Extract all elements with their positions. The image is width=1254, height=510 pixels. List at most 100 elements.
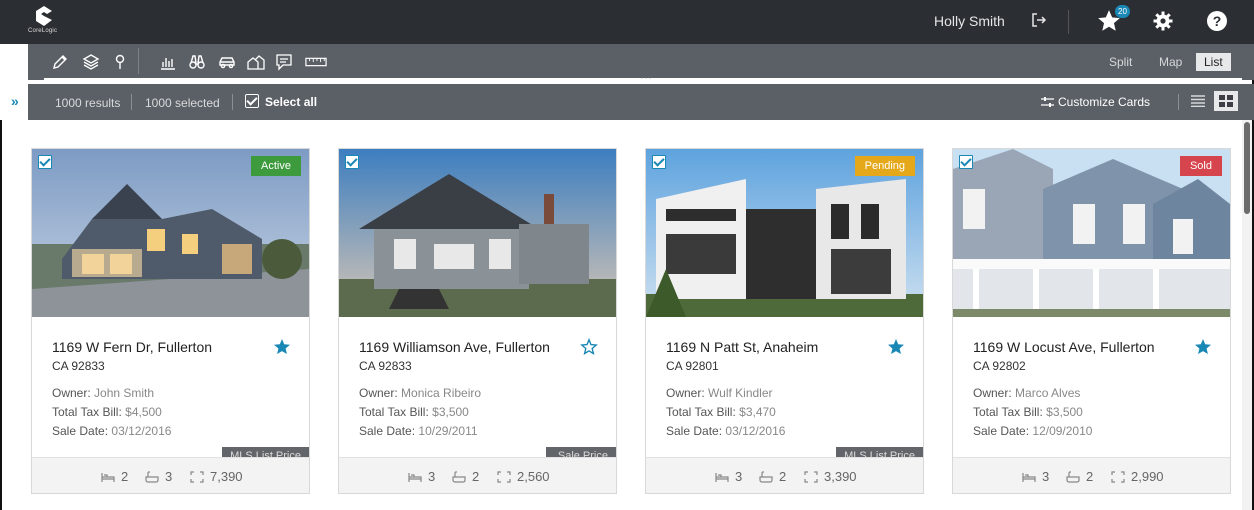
sale-date-value: 12/09/2010 [1032, 424, 1093, 438]
sqft-stat: 2,990 [1111, 469, 1164, 484]
favorite-star-filled-icon[interactable] [1194, 338, 1212, 356]
tax-value: $4,500 [125, 405, 162, 419]
baths-count: 2 [779, 469, 787, 484]
car-icon[interactable] [214, 49, 240, 75]
tax-label: Total Tax Bill: [666, 405, 736, 419]
gear-icon[interactable] [1153, 11, 1173, 31]
sqft-value: 2,560 [517, 469, 550, 484]
toolbar-divider [138, 48, 139, 74]
owner-row: Owner: Wulf Kindler [666, 386, 773, 400]
expand-sidebar-icon[interactable]: » [11, 93, 19, 109]
city-zip: CA 92833 [359, 359, 412, 373]
grid-layout-button[interactable] [1214, 91, 1238, 111]
favorites-count-badge: 20 [1115, 5, 1130, 18]
card-stats: 3 2 2,560 [339, 457, 616, 493]
map-view-button[interactable]: Map [1151, 53, 1190, 71]
city-zip: CA 92833 [52, 359, 105, 373]
card-select-checkbox[interactable] [652, 155, 666, 169]
favorite-star-filled-icon[interactable] [887, 338, 905, 356]
beds-count: 3 [428, 469, 436, 484]
favorite-star-outline-icon[interactable] [580, 338, 598, 356]
beds-count: 3 [735, 469, 743, 484]
select-all-checkbox[interactable] [245, 94, 259, 108]
bath-icon [452, 470, 466, 483]
bath-icon [145, 470, 159, 483]
status-badge: Pending [854, 156, 915, 176]
sale-date-row: Sale Date: 03/12/2016 [666, 424, 785, 438]
sale-date-row: Sale Date: 03/12/2016 [52, 424, 171, 438]
card-select-checkbox[interactable] [959, 155, 973, 169]
pencil-icon[interactable] [47, 49, 73, 75]
card-select-checkbox[interactable] [38, 155, 52, 169]
divider [131, 94, 132, 110]
favorite-star-filled-icon[interactable] [273, 338, 291, 356]
card-select-checkbox[interactable] [345, 155, 359, 169]
scrollbar-thumb[interactable] [1244, 122, 1250, 214]
owner-value: Monica Ribeiro [401, 386, 482, 400]
houses-icon[interactable] [243, 49, 269, 75]
list-layout-icon[interactable] [1191, 95, 1205, 107]
logo-text: CoreLogic [28, 28, 58, 34]
map-pin-icon[interactable] [107, 49, 133, 75]
baths-stat: 3 [145, 469, 172, 484]
binoculars-icon[interactable] [184, 49, 210, 75]
select-all-label[interactable]: Select all [265, 95, 317, 109]
property-card[interactable]: Active MLS List Price $630,195 1169 W Fe… [31, 148, 310, 494]
address-line[interactable]: 1169 W Fern Dr, Fullerton [52, 339, 212, 355]
tax-row: Total Tax Bill: $3,470 [666, 405, 776, 419]
sqft-stat: 2,560 [497, 469, 550, 484]
logout-icon[interactable] [1031, 12, 1047, 28]
tax-value: $3,500 [432, 405, 469, 419]
sale-date-label: Sale Date: [52, 424, 109, 438]
logo-icon [36, 6, 52, 26]
user-name[interactable]: Holly Smith [934, 13, 1005, 29]
layers-icon[interactable] [78, 49, 104, 75]
owner-value: Wulf Kindler [708, 386, 773, 400]
bar-chart-icon[interactable] [155, 49, 181, 75]
tax-value: $3,500 [1046, 405, 1083, 419]
bed-icon [408, 472, 422, 482]
address-line[interactable]: 1169 Williamson Ave, Fullerton [359, 339, 550, 355]
bed-icon [1022, 472, 1036, 482]
city-zip: CA 92802 [973, 359, 1026, 373]
beds-count: 2 [121, 469, 129, 484]
property-card[interactable]: Pending MLS List Price $820,470 1169 N P… [645, 148, 924, 494]
divider [1068, 10, 1069, 34]
help-icon[interactable]: ? [1207, 11, 1227, 31]
bed-icon [101, 472, 115, 482]
area-icon [1111, 470, 1125, 483]
owner-label: Owner: [666, 386, 705, 400]
resize-handle[interactable]: ··· [640, 74, 653, 84]
address-line[interactable]: 1169 N Patt St, Anaheim [666, 339, 818, 355]
tax-label: Total Tax Bill: [52, 405, 122, 419]
baths-count: 3 [165, 469, 173, 484]
tax-value: $3,470 [739, 405, 776, 419]
owner-value: Marco Alves [1015, 386, 1081, 400]
comment-icon[interactable] [271, 49, 297, 75]
baths-stat: 2 [759, 469, 786, 484]
ruler-icon[interactable] [303, 49, 329, 75]
property-card[interactable]: Sold $630,195 1169 W Locust Ave, Fullert… [952, 148, 1231, 494]
sale-date-value: 10/29/2011 [418, 424, 478, 438]
property-card[interactable]: Sale Price $690,980 1169 Williamson Ave,… [338, 148, 617, 494]
sale-date-value: 03/12/2016 [725, 424, 786, 438]
sqft-value: 2,990 [1131, 469, 1164, 484]
property-photo[interactable] [339, 149, 616, 317]
owner-label: Owner: [52, 386, 91, 400]
city-zip: CA 92801 [666, 359, 719, 373]
split-view-button[interactable]: Split [1101, 53, 1140, 71]
selected-count: 1000 selected [145, 96, 220, 110]
corelogic-logo[interactable]: CoreLogic [28, 6, 62, 38]
tax-label: Total Tax Bill: [359, 405, 429, 419]
sale-date-label: Sale Date: [359, 424, 416, 438]
address-line[interactable]: 1169 W Locust Ave, Fullerton [973, 339, 1155, 355]
customize-cards-button[interactable]: Customize Cards [1058, 95, 1150, 109]
results-count: 1000 results [55, 96, 121, 110]
beds-stat: 3 [715, 469, 742, 484]
owner-row: Owner: John Smith [52, 386, 154, 400]
owner-label: Owner: [973, 386, 1012, 400]
list-view-button[interactable]: List [1196, 53, 1231, 71]
tax-row: Total Tax Bill: $3,500 [973, 405, 1083, 419]
beds-count: 3 [1042, 469, 1050, 484]
owner-row: Owner: Monica Ribeiro [359, 386, 481, 400]
